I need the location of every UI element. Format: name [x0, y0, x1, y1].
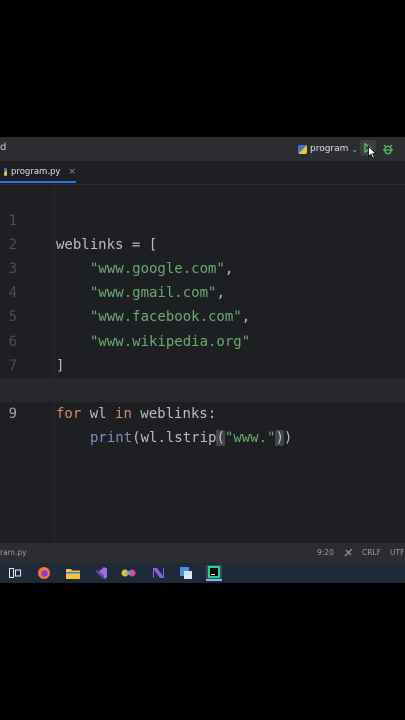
code-line-6: 6 ]: [0, 305, 405, 374]
ide-window: d program ⌄ program.py × 1 weblinks = […: [0, 137, 405, 583]
tab-program-py[interactable]: program.py ×: [0, 162, 76, 183]
code-line-5: 5 "www.wikipedia.org": [0, 281, 405, 349]
file-explorer-icon[interactable]: [65, 565, 81, 581]
code-text: for wl in weblinks:: [56, 405, 217, 422]
editor-tab-bar: program.py ×: [0, 162, 405, 185]
python-icon: [298, 144, 307, 154]
code-line-2: 2 "www.google.com",: [0, 209, 405, 277]
line-number: 9: [8, 405, 17, 422]
debug-button[interactable]: [381, 141, 395, 155]
python-file-icon: [4, 167, 8, 176]
lock-icon[interactable]: [344, 548, 353, 559]
run-configuration-label: program: [310, 144, 349, 154]
toolbar-edge-text: d: [0, 142, 7, 153]
paint-icon[interactable]: [121, 565, 137, 581]
line-ending[interactable]: CRLF: [362, 548, 381, 557]
code-line-4: 4 "www.facebook.com",: [0, 257, 405, 325]
status-file-path[interactable]: ram.py: [0, 548, 27, 557]
mouse-cursor-icon: [368, 146, 377, 159]
code-editor[interactable]: 1 weblinks = [ 2 "www.google.com", 3 "ww…: [0, 185, 405, 446]
code-line-3: 3 "www.gmail.com",: [0, 233, 405, 301]
caret-position[interactable]: 9:20: [317, 548, 334, 557]
visual-studio-alt-icon[interactable]: [150, 565, 166, 581]
run-configuration-selector[interactable]: program ⌄: [298, 141, 358, 157]
toolbar: d program ⌄: [0, 137, 405, 162]
code-text: print(wl.lstrip("www.")): [90, 429, 293, 446]
code-line-8: 8 for wl in weblinks:: [0, 354, 405, 422]
task-view-icon[interactable]: [7, 565, 23, 581]
tab-filename: program.py: [11, 166, 61, 177]
status-bar: ram.py 9:20 CRLF UTF: [0, 543, 405, 563]
code-line-7: 7: [0, 330, 405, 374]
debug-icon: [383, 144, 393, 155]
app-icon[interactable]: [178, 565, 194, 581]
visual-studio-icon[interactable]: [93, 565, 109, 581]
code-line-1: 1 weblinks = [: [0, 185, 405, 253]
file-encoding[interactable]: UTF: [390, 548, 404, 557]
pycharm-icon[interactable]: [206, 565, 222, 581]
code-line-9-current: 9 print(wl.lstrip("www.")): [0, 377, 405, 446]
firefox-icon[interactable]: [36, 565, 52, 581]
chevron-down-icon: ⌄: [351, 144, 359, 154]
close-tab-icon[interactable]: ×: [68, 167, 76, 177]
windows-taskbar: [0, 563, 405, 583]
